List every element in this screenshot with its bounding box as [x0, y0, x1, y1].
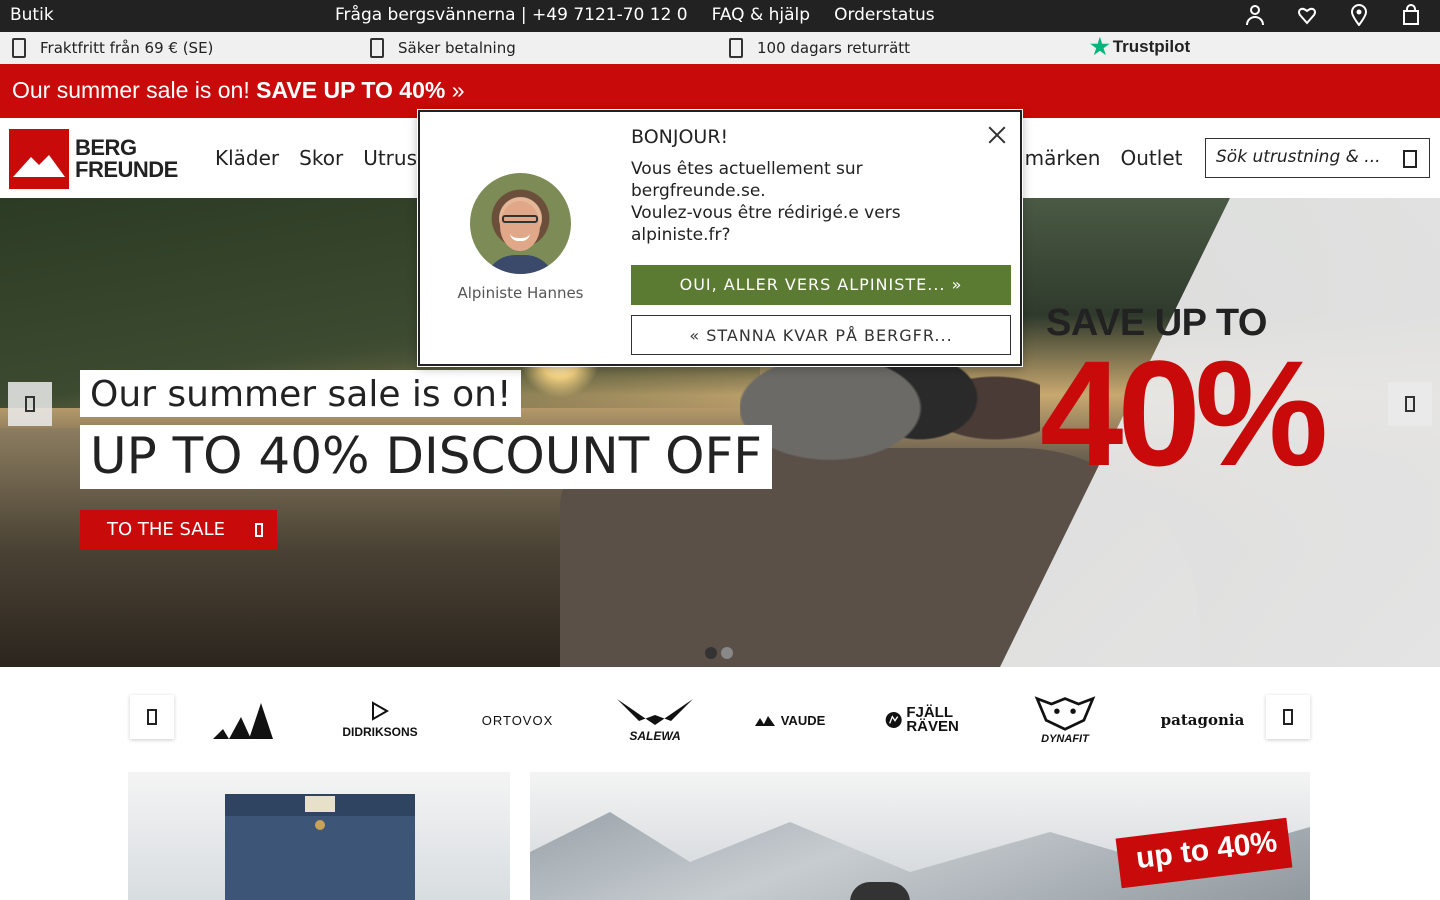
sale-banner-strong: SAVE UP TO 40%: [256, 77, 446, 103]
trustpilot-badge[interactable]: ★ Trustpilot: [1090, 36, 1190, 58]
chevron-right-icon: [1283, 709, 1293, 725]
trustpilot-star-icon: ★: [1090, 34, 1110, 59]
avatar-shirt: [485, 255, 555, 274]
double-chevron-right-icon: »: [451, 77, 465, 103]
cart-icon[interactable]: [1402, 4, 1420, 26]
nav-item-clothing[interactable]: Kläder: [215, 146, 279, 170]
hero-pagination: [705, 647, 733, 659]
main-nav-right: umärken Outlet: [1012, 146, 1182, 170]
modal-greeting: BONJOUR!: [631, 126, 729, 148]
hero-dot-1[interactable]: [705, 647, 717, 659]
usp-payment-text: Säker betalning: [398, 39, 516, 57]
modal-message-line1: Vous êtes actuellement sur: [631, 159, 863, 179]
hero-next-button[interactable]: [1388, 382, 1432, 426]
to-the-sale-label: TO THE SALE: [107, 519, 225, 540]
stay-button[interactable]: « STANNA KVAR PÅ BERGFR...: [631, 315, 1011, 355]
order-status-link[interactable]: Orderstatus: [834, 5, 935, 25]
promo-tile-sale[interactable]: up to 40%: [530, 772, 1310, 900]
usp-returns-text: 100 dagars returrätt: [757, 39, 911, 57]
agent-name: Alpiniste Hannes: [457, 284, 584, 302]
avatar-face: [500, 201, 540, 251]
promo-tiles: up to 40%: [0, 772, 1440, 900]
redirect-yes-button[interactable]: OUI, ALLER VERS ALPINISTE... »: [631, 265, 1011, 305]
brand-salewa-label: SALEWA: [629, 729, 681, 743]
nav-item-outlet[interactable]: Outlet: [1121, 146, 1183, 170]
close-icon[interactable]: [988, 126, 1006, 144]
pants-button: [315, 820, 325, 830]
brand-ortovox-label: ORTOVOX: [481, 712, 554, 728]
redirect-modal: Alpiniste Hannes BONJOUR! Vous êtes actu…: [418, 110, 1022, 366]
brands-next-button[interactable]: [1266, 695, 1310, 739]
top-bar-links: Fråga bergsvännerna | +49 7121-70 12 0 F…: [335, 5, 935, 25]
modal-message-line3: Voulez-vous être rédirigé.e vers: [631, 203, 901, 223]
brand-patagonia-label: patagonia: [1160, 711, 1245, 729]
nav-item-shoes[interactable]: Skor: [299, 146, 343, 170]
chevron-left-icon: [147, 709, 157, 725]
usp-shipping-text: Fraktfritt från 69 € (SE): [40, 39, 214, 57]
trustpilot-label: Trustpilot: [1112, 37, 1191, 56]
brand-carousel: DIDRIKSONS ORTOVOX SALEWA VAUDE FJÄLL RÄ…: [0, 667, 1440, 772]
main-nav: Kläder Skor Utrus: [215, 146, 417, 170]
brand-logo-vaude[interactable]: VAUDE: [745, 695, 835, 745]
bergfreunde-logo[interactable]: BERG FREUNDE: [9, 129, 178, 189]
to-the-sale-button[interactable]: TO THE SALE: [80, 510, 277, 550]
shop-link[interactable]: Butik: [10, 5, 54, 25]
usp-returns: 100 dagars returrätt: [729, 38, 910, 58]
brand-logo-adidas[interactable]: [205, 695, 280, 745]
boot-image: [850, 882, 910, 900]
chevron-left-icon: [25, 396, 35, 412]
user-icon[interactable]: [1246, 4, 1264, 26]
brand-didriksons-label: DIDRIKSONS: [342, 725, 418, 739]
brand-logo-patagonia[interactable]: patagonia: [1155, 695, 1250, 745]
brand-fjallraven-label: FJÄLL RÄVEN: [906, 704, 959, 735]
brand-logo-dynafit[interactable]: DYNAFIT: [1020, 695, 1110, 745]
nav-item-brands[interactable]: umärken: [1012, 146, 1101, 170]
search-placeholder: Sök utrustning & ...: [1216, 147, 1381, 167]
brand-vaude-label: VAUDE: [780, 712, 826, 728]
pants-label: [305, 796, 335, 812]
logo-line1: BERG: [75, 135, 137, 160]
truck-icon: [12, 38, 26, 58]
usp-shipping: Fraktfritt från 69 € (SE): [12, 38, 213, 58]
avatar-glasses: [502, 215, 538, 223]
hero-percent: 40%: [1040, 329, 1328, 497]
modal-message-line2: bergfreunde.se.: [631, 181, 766, 201]
agent-avatar: [470, 173, 571, 274]
promo-tile-pants[interactable]: [128, 772, 510, 900]
hero-headline-big: UP TO 40% DISCOUNT OFF: [80, 425, 773, 489]
location-icon[interactable]: [1350, 4, 1368, 27]
usp-payment: Säker betalning: [370, 38, 516, 58]
faq-link[interactable]: FAQ & hjälp: [712, 5, 810, 25]
search-input[interactable]: Sök utrustning & ...: [1205, 138, 1430, 178]
modal-message: Vous êtes actuellement sur bergfreunde.s…: [631, 158, 961, 246]
sale-banner-lead: Our summer sale is on!: [12, 77, 257, 103]
heart-icon[interactable]: [1297, 4, 1317, 26]
lock-icon: [370, 38, 384, 58]
brand-logo-fjallraven[interactable]: FJÄLL RÄVEN: [885, 695, 975, 745]
pants-image: [225, 794, 415, 900]
sale-banner-text: Our summer sale is on! SAVE UP TO 40% »: [12, 77, 465, 104]
brand-logo-ortovox[interactable]: ORTOVOX: [470, 695, 565, 745]
hero-dot-2[interactable]: [721, 647, 733, 659]
nav-item-equipment[interactable]: Utrus: [363, 146, 417, 170]
brand-logo-didriksons[interactable]: DIDRIKSONS: [335, 695, 425, 745]
logo-line2: FREUNDE: [75, 157, 178, 182]
chevron-right-icon: [1405, 396, 1415, 412]
top-bar-icons: [1246, 4, 1420, 27]
usp-bar: Fraktfritt från 69 € (SE) Säker betalnin…: [0, 32, 1440, 64]
top-bar: Butik Fråga bergsvännerna | +49 7121-70 …: [0, 0, 1440, 32]
search-icon[interactable]: [1403, 150, 1417, 168]
modal-message-line4: alpiniste.fr?: [631, 225, 731, 245]
brands-prev-button[interactable]: [130, 695, 174, 739]
brand-logo-salewa[interactable]: SALEWA: [610, 695, 700, 745]
hero-headline-small: Our summer sale is on!: [80, 370, 522, 417]
contact-link[interactable]: Fråga bergsvännerna | +49 7121-70 12 0: [335, 5, 688, 25]
logo-wordmark: BERG FREUNDE: [75, 137, 178, 181]
logo-mountain-icon: [9, 129, 69, 189]
return-icon: [729, 38, 743, 58]
hero-prev-button[interactable]: [8, 382, 52, 426]
chevron-right-icon: [255, 523, 263, 537]
brand-dynafit-label: DYNAFIT: [1041, 733, 1089, 745]
